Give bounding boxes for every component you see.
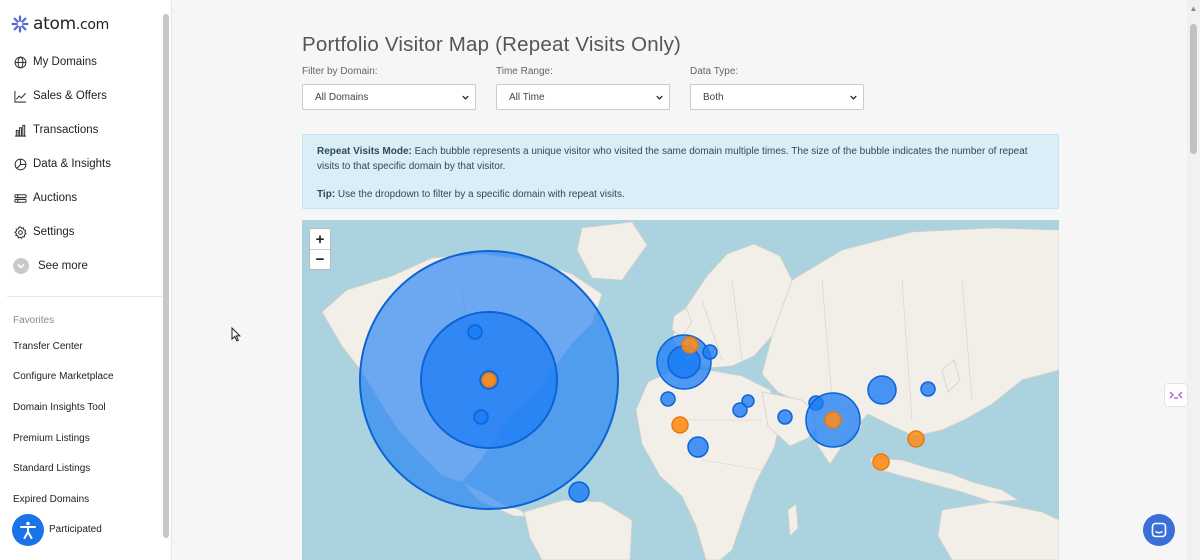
- mode-title: Repeat Visits Mode:: [317, 146, 412, 157]
- visitor-bubble-blue[interactable]: [920, 381, 936, 397]
- favorite-standard-listings[interactable]: Standard Listings: [0, 453, 160, 484]
- visitor-bubble-blue[interactable]: [568, 481, 590, 503]
- land-south-america: [523, 499, 633, 560]
- atom-logo-icon: [11, 15, 29, 33]
- sidebar-item-label: See more: [38, 260, 88, 272]
- sidebar-nav: My Domains Sales & Offers Transactions D…: [0, 45, 160, 283]
- zoom-in-button[interactable]: +: [310, 229, 330, 249]
- filter-domain-value: All Domains: [315, 91, 369, 103]
- favorite-expired-domains[interactable]: Expired Domains: [0, 484, 160, 515]
- filter-type-select[interactable]: Both: [690, 84, 864, 110]
- visitor-bubble-blue[interactable]: [473, 409, 489, 425]
- tip-title: Tip:: [317, 189, 336, 200]
- sidebar-item-auctions[interactable]: Auctions: [0, 181, 160, 215]
- sidebar-item-see-more[interactable]: See more: [0, 249, 160, 283]
- favorites-heading: Favorites: [13, 315, 55, 326]
- filter-time-label: Time Range:: [496, 66, 553, 77]
- scroll-up-icon[interactable]: ▲: [1189, 4, 1198, 14]
- land-madagascar: [787, 503, 799, 537]
- sidebar-scrollbar[interactable]: [163, 14, 169, 538]
- sidebar-item-sales-offers[interactable]: Sales & Offers: [0, 79, 160, 113]
- chat-support-button[interactable]: [1143, 514, 1175, 546]
- favorite-configure-marketplace[interactable]: Configure Marketplace: [0, 362, 160, 393]
- brand-suffix: .com: [75, 17, 110, 33]
- visitor-map[interactable]: [302, 220, 1059, 560]
- accessibility-button[interactable]: [12, 514, 44, 546]
- sidebar-item-my-domains[interactable]: My Domains: [0, 45, 160, 79]
- sidebar-item-settings[interactable]: Settings: [0, 215, 160, 249]
- filter-domain-select[interactable]: All Domains: [302, 84, 476, 110]
- accessibility-icon: [20, 521, 36, 539]
- map-zoom-control: + −: [309, 228, 331, 270]
- visitor-bubble-blue[interactable]: [467, 324, 483, 340]
- favorite-transfer-center[interactable]: Transfer Center: [0, 331, 160, 362]
- chat-icon: [1151, 522, 1167, 538]
- chevron-down-icon: [656, 95, 663, 100]
- filter-type-value: Both: [703, 91, 724, 103]
- visitor-bubble-orange[interactable]: [681, 336, 699, 354]
- chevron-down-icon: [13, 258, 29, 274]
- map-canvas[interactable]: [302, 220, 1059, 560]
- chevron-down-icon: [462, 95, 469, 100]
- mode-text: Each bubble represents a unique visitor …: [317, 146, 1028, 172]
- sidebar-divider: [7, 296, 162, 297]
- visitor-bubble-blue[interactable]: [732, 402, 748, 418]
- trend-chart-icon: [13, 89, 27, 103]
- sidebar-item-label: Settings: [33, 226, 75, 238]
- visitor-bubble-orange[interactable]: [907, 430, 925, 448]
- land-indonesia: [869, 457, 1020, 503]
- page-scrollbar-thumb[interactable]: [1190, 24, 1197, 154]
- zoom-out-button[interactable]: −: [310, 249, 330, 269]
- land-africa: [635, 369, 783, 560]
- filter-domain-label: Filter by Domain:: [302, 66, 378, 77]
- auction-icon: [13, 191, 27, 205]
- visitor-bubble-orange[interactable]: [824, 411, 842, 429]
- visitor-bubble-orange[interactable]: [872, 453, 890, 471]
- filter-type-label: Data Type:: [690, 66, 739, 77]
- visitor-bubble-blue[interactable]: [702, 344, 718, 360]
- sidebar-item-transactions[interactable]: Transactions: [0, 113, 160, 147]
- pie-chart-icon: [13, 157, 27, 171]
- chevron-down-icon: [850, 95, 857, 100]
- sidebar-item-label: Sales & Offers: [33, 90, 107, 102]
- favorite-domain-insights-tool[interactable]: Domain Insights Tool: [0, 392, 160, 423]
- visitor-bubble-blue[interactable]: [777, 409, 793, 425]
- land-greenland: [576, 221, 648, 281]
- mouse-cursor-icon: [231, 327, 241, 342]
- info-alert: Repeat Visits Mode: Each bubble represen…: [302, 134, 1059, 209]
- favorites-list: Transfer Center Configure Marketplace Do…: [0, 331, 160, 545]
- sidebar-item-label: Data & Insights: [33, 158, 111, 170]
- visitor-bubble-orange[interactable]: [671, 416, 689, 434]
- sidebar-item-label: Transactions: [33, 124, 99, 136]
- visitor-bubble-orange[interactable]: [481, 372, 497, 388]
- brand-name: atom: [33, 14, 76, 34]
- sidebar-item-label: Auctions: [33, 192, 78, 204]
- filter-time-value: All Time: [509, 91, 545, 103]
- sidebar-item-data-insights[interactable]: Data & Insights: [0, 147, 160, 181]
- page-title: Portfolio Visitor Map (Repeat Visits Onl…: [302, 33, 682, 56]
- globe-icon: [13, 55, 27, 69]
- visitor-bubble-blue[interactable]: [867, 375, 897, 405]
- favorite-premium-listings[interactable]: Premium Listings: [0, 423, 160, 454]
- tip-text: Use the dropdown to filter by a specific…: [335, 189, 625, 200]
- brand-logo[interactable]: atom.com: [11, 14, 109, 34]
- bar-chart-icon: [13, 123, 27, 137]
- gear-icon: [13, 225, 27, 239]
- sidebar: atom.com My Domains Sales & Offers Trans…: [0, 0, 172, 560]
- sidebar-item-label: My Domains: [33, 56, 97, 68]
- visitor-bubble-blue[interactable]: [660, 391, 676, 407]
- land-australia: [937, 501, 1059, 560]
- filter-time-select[interactable]: All Time: [496, 84, 670, 110]
- extension-button[interactable]: [1164, 383, 1188, 407]
- extension-icon: [1169, 391, 1183, 399]
- visitor-bubble-blue[interactable]: [687, 436, 709, 458]
